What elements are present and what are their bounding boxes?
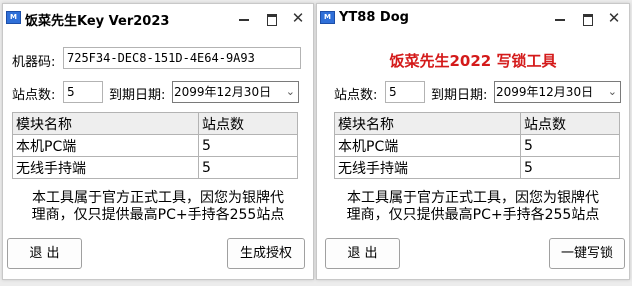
notice-text: 本工具属于官方正式工具，因您为银牌代 理商，仅只提供最高PC+手持各255站点 [317, 190, 629, 224]
site-count-cell: 5 [520, 156, 620, 179]
module-table: 模块名称 站点数 本机PC端 5 无线手持端 5 [12, 112, 298, 179]
expiry-label: 到期日期: [109, 88, 166, 103]
machine-code-label: 机器码: [12, 55, 56, 70]
maximize-icon[interactable] [265, 12, 279, 26]
column-header: 模块名称 [334, 112, 521, 135]
table-row[interactable]: 无线手持端 5 [12, 156, 298, 179]
generate-license-button[interactable]: 生成授权 [227, 238, 305, 269]
window-title: YT88 Dog [339, 10, 409, 25]
close-icon[interactable]: ✕ [291, 11, 305, 26]
exit-button[interactable]: 退 出 [325, 238, 400, 269]
window-title: 饭菜先生Key Ver2023 [25, 14, 170, 29]
column-header: 站点数 [198, 112, 298, 135]
machine-code-field[interactable]: 725F34-DEC8-151D-4E64-9A93 [63, 47, 301, 69]
lock-writer-window: YT88 Dog ✕ 饭菜先生2022 写锁工具 站点数: 5 到期日期: 20… [316, 3, 630, 280]
close-icon[interactable]: ✕ [607, 11, 621, 26]
module-table: 模块名称 站点数 本机PC端 5 无线手持端 5 [334, 112, 620, 179]
tool-heading: 饭菜先生2022 写锁工具 [389, 52, 557, 70]
notice-line: 理商，仅只提供最高PC+手持各255站点 [346, 207, 600, 223]
sites-label: 站点数: [12, 88, 56, 103]
module-name-cell: 无线手持端 [12, 156, 199, 179]
write-lock-button[interactable]: 一键写锁 [549, 238, 625, 269]
notice-text: 本工具属于官方正式工具，因您为银牌代 理商，仅只提供最高PC+手持各255站点 [3, 190, 313, 224]
expiry-date-value: 2099年12月30日 [174, 85, 272, 99]
table-row[interactable]: 本机PC端 5 [12, 134, 298, 157]
chevron-down-icon[interactable]: ⌄ [286, 82, 295, 102]
sites-label: 站点数: [334, 88, 378, 103]
key-generator-window: 饭菜先生Key Ver2023 ✕ 机器码: 725F34-DEC8-151D-… [2, 3, 314, 280]
sites-input[interactable]: 5 [385, 81, 425, 103]
table-row[interactable]: 本机PC端 5 [334, 134, 620, 157]
column-header: 模块名称 [12, 112, 199, 135]
expiry-date-picker[interactable]: 2099年12月30日 ⌄ [172, 81, 299, 103]
notice-line: 本工具属于官方正式工具，因您为银牌代 [32, 190, 284, 206]
module-name-cell: 本机PC端 [12, 134, 199, 157]
title-bar: YT88 Dog ✕ [317, 4, 629, 32]
expiry-date-value: 2099年12月30日 [496, 85, 594, 99]
table-header-row: 模块名称 站点数 [334, 112, 620, 135]
module-name-cell: 本机PC端 [334, 134, 521, 157]
minimize-icon[interactable] [237, 12, 251, 26]
sites-input[interactable]: 5 [63, 81, 103, 103]
site-count-cell: 5 [198, 156, 298, 179]
column-header: 站点数 [520, 112, 620, 135]
notice-line: 理商，仅只提供最高PC+手持各255站点 [31, 207, 285, 223]
table-row[interactable]: 无线手持端 5 [334, 156, 620, 179]
table-header-row: 模块名称 站点数 [12, 112, 298, 135]
expiry-date-picker[interactable]: 2099年12月30日 ⌄ [494, 81, 621, 103]
site-count-cell: 5 [198, 134, 298, 157]
title-bar: 饭菜先生Key Ver2023 ✕ [3, 4, 313, 32]
site-count-cell: 5 [520, 134, 620, 157]
notice-line: 本工具属于官方正式工具，因您为银牌代 [347, 190, 599, 206]
app-icon [320, 11, 335, 24]
minimize-icon[interactable] [553, 12, 567, 26]
app-icon [6, 11, 21, 24]
maximize-icon[interactable] [581, 12, 595, 26]
expiry-label: 到期日期: [431, 88, 488, 103]
module-name-cell: 无线手持端 [334, 156, 521, 179]
chevron-down-icon[interactable]: ⌄ [608, 82, 617, 102]
exit-button[interactable]: 退 出 [7, 238, 82, 269]
